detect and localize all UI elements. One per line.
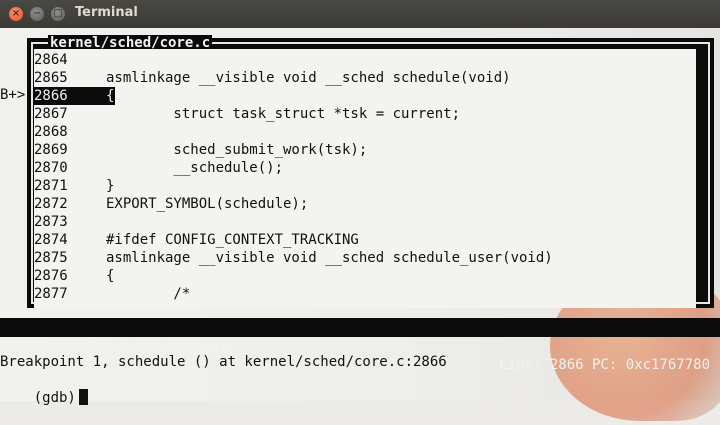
line-number: 2865 xyxy=(34,70,68,86)
line-number: 2873 xyxy=(34,214,68,230)
code-text: asmlinkage __visible void __sched schedu… xyxy=(106,250,553,266)
code-text: { xyxy=(106,268,115,284)
line-number: 2868 xyxy=(34,124,68,140)
status-bar: remote Thread 1 In: schedule Line: 2866 … xyxy=(0,318,720,373)
code-text: struct task_struct *tsk = current; xyxy=(106,106,461,122)
breakpoint-marker: B+> xyxy=(0,87,26,103)
text-cursor xyxy=(78,389,88,405)
line-number: 2871 xyxy=(34,178,68,194)
code-line: 2877 /* xyxy=(34,285,696,303)
code-line: 2871} xyxy=(34,177,696,195)
line-number: 2867 xyxy=(34,106,68,122)
code-text: EXPORT_SYMBOL(schedule); xyxy=(106,196,309,212)
terminal-area[interactable]: B+> kernel/sched/core.c 2864 2865 asmlinka… xyxy=(0,28,720,421)
line-number: 2864 xyxy=(34,52,68,68)
line-number: 2870 xyxy=(34,160,68,176)
status-position: Line: 2866 PC: 0xc1767780 xyxy=(499,357,710,373)
code-text: asmlinkage __visible void __sched schedu… xyxy=(106,70,511,86)
code-text: sched_submit_work(tsk); xyxy=(106,142,368,158)
code-line: 2864 xyxy=(34,51,696,69)
code-line: 2870 __schedule(); xyxy=(34,159,696,177)
code-text: #ifdef CONFIG_CONTEXT_TRACKING xyxy=(106,232,359,248)
code-line: 2874 #ifdef CONFIG_CONTEXT_TRACKING xyxy=(34,231,696,249)
code-line: 2873 xyxy=(34,213,696,231)
close-icon[interactable]: × xyxy=(9,7,23,21)
line-number: 2869 xyxy=(34,142,68,158)
code-text: /* xyxy=(106,286,191,302)
line-number: 2876 xyxy=(34,268,68,284)
line-number: 2875 xyxy=(34,250,68,266)
gdb-prompt: (gdb) xyxy=(33,390,76,406)
code-line: 2868 xyxy=(34,123,696,141)
code-line: 2867 struct task_struct *tsk = current; xyxy=(34,105,696,123)
line-number: 2872 xyxy=(34,196,68,212)
code-line: 2866 { xyxy=(34,87,696,105)
minimize-icon[interactable]: − xyxy=(30,7,44,21)
line-number: 2866 xyxy=(34,88,68,104)
maximize-icon[interactable]: □ xyxy=(51,7,65,21)
code-line: 2875 asmlinkage __visible void __sched sc… xyxy=(34,249,696,267)
title-bar: × − □ Terminal xyxy=(0,0,720,29)
code-line: 2872 EXPORT_SYMBOL(schedule); xyxy=(34,195,696,213)
line-number: 2874 xyxy=(34,232,68,248)
console-output: Breakpoint 1, schedule () at kernel/sche… xyxy=(0,354,447,370)
code-line: 2865 asmlinkage __visible void __sched sc… xyxy=(34,69,696,87)
code-text: } xyxy=(106,178,115,194)
console-prompt-line[interactable]: (gdb) xyxy=(0,371,88,425)
source-code-view[interactable]: 2864 2865 asmlinkage __visible void __sche… xyxy=(34,49,696,308)
code-text: __schedule(); xyxy=(106,160,284,176)
code-line: 2876 { xyxy=(34,267,696,285)
line-number: 2877 xyxy=(34,286,68,302)
window-title: Terminal xyxy=(75,5,138,20)
code-text: { xyxy=(106,87,116,105)
source-window[interactable]: kernel/sched/core.c 2864 2865 asmlinkage _… xyxy=(27,35,714,308)
code-line: 2869 sched_submit_work(tsk); xyxy=(34,141,696,159)
